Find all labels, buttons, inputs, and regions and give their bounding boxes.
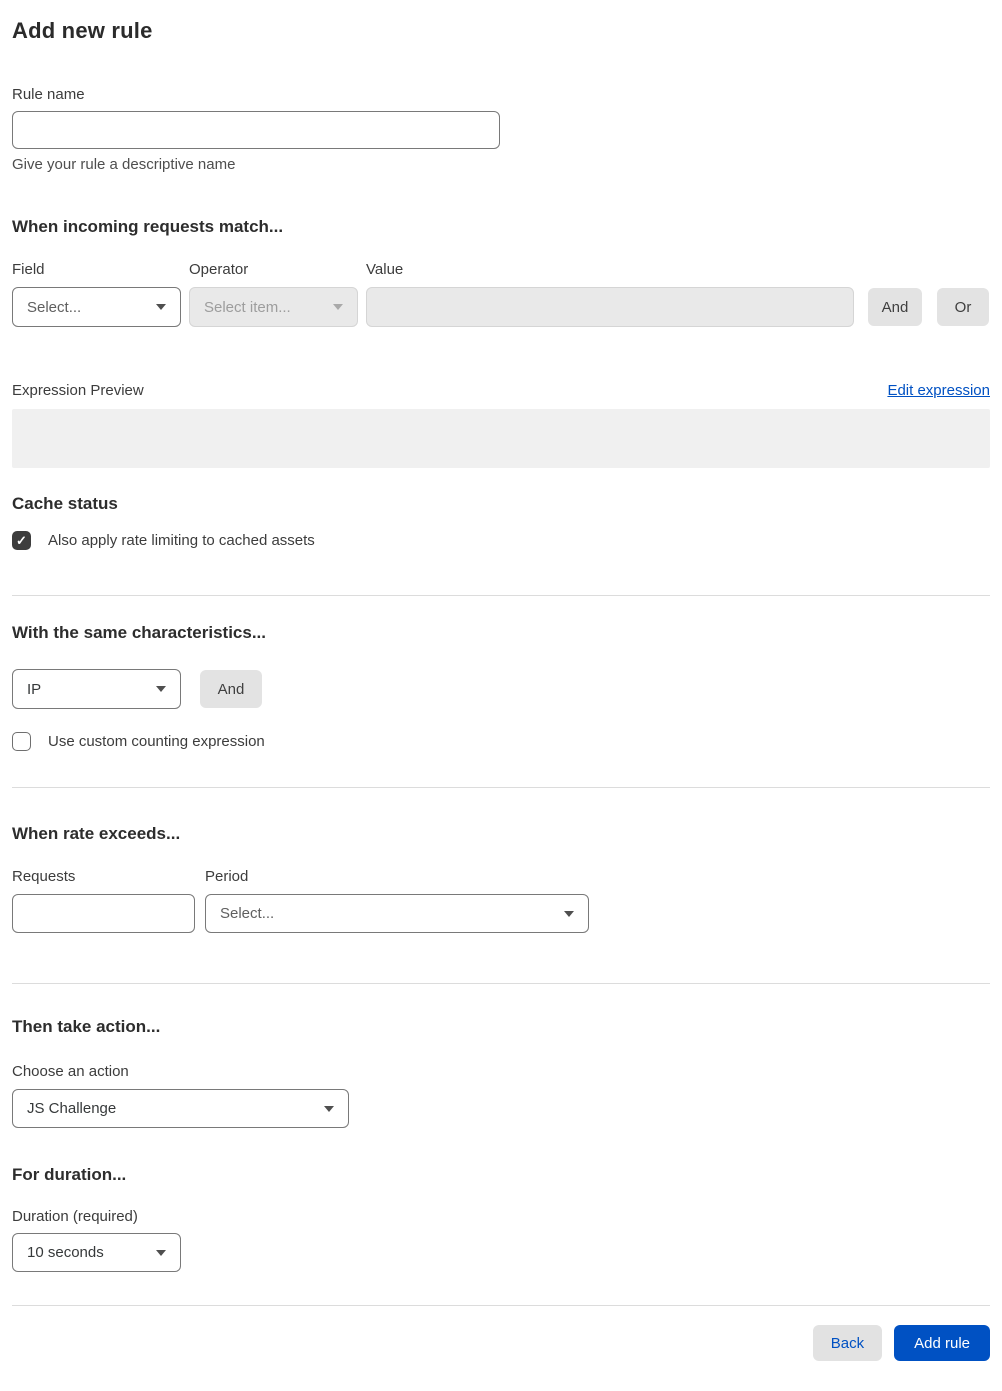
value-column: Value <box>366 261 854 327</box>
chevron-down-icon <box>324 1105 334 1112</box>
operator-label: Operator <box>189 261 249 278</box>
custom-counting-checkbox-label: Use custom counting expression <box>48 733 265 750</box>
custom-counting-checkbox[interactable]: ✓ <box>12 732 31 751</box>
action-select[interactable]: JS Challenge <box>12 1089 349 1128</box>
edit-expression-link[interactable]: Edit expression <box>887 382 990 399</box>
rate-row: Requests Period Select... <box>12 868 990 933</box>
chevron-down-icon <box>156 1249 166 1256</box>
period-select[interactable]: Select... <box>205 894 589 933</box>
action-section-heading: Then take action... <box>12 1017 161 1036</box>
rule-name-label: Rule name <box>12 86 85 103</box>
divider <box>12 1305 990 1306</box>
field-select-value: Select... <box>27 298 82 316</box>
cached-assets-checkbox[interactable]: ✓ <box>12 531 31 550</box>
rule-name-helper: Give your rule a descriptive name <box>12 156 236 173</box>
add-rule-button[interactable]: Add rule <box>894 1325 990 1361</box>
cache-status-heading: Cache status <box>12 494 118 513</box>
counting-checkbox-row: ✓ Use custom counting expression <box>12 732 990 751</box>
or-button[interactable]: Or <box>937 288 989 326</box>
match-row: Field Select... Operator Select item... … <box>12 261 990 327</box>
duration-select[interactable]: 10 seconds <box>12 1233 181 1272</box>
rate-section-heading: When rate exceeds... <box>12 824 181 843</box>
cached-assets-checkbox-label: Also apply rate limiting to cached asset… <box>48 532 315 549</box>
field-select[interactable]: Select... <box>12 287 181 327</box>
characteristic-select[interactable]: IP <box>12 669 181 709</box>
footer-actions: Back Add rule <box>12 1325 990 1361</box>
requests-input[interactable] <box>12 894 195 933</box>
period-column: Period Select... <box>205 868 589 933</box>
expression-preview-label: Expression Preview <box>12 382 144 399</box>
expression-header: Expression Preview Edit expression <box>12 382 990 399</box>
checkmark-icon: ✓ <box>16 533 27 548</box>
add-rule-form: Add new rule Rule name Give your rule a … <box>0 0 1002 1391</box>
chevron-down-icon <box>564 910 574 917</box>
choose-action-label: Choose an action <box>12 1063 129 1080</box>
field-label: Field <box>12 261 45 278</box>
characteristic-select-value: IP <box>27 680 42 698</box>
divider <box>12 595 990 596</box>
operator-select-value: Select item... <box>204 298 291 316</box>
chevron-down-icon <box>333 304 343 310</box>
divider <box>12 787 990 788</box>
requests-column: Requests <box>12 868 195 933</box>
operator-column: Operator Select item... <box>189 261 358 327</box>
duration-select-value: 10 seconds <box>27 1244 104 1261</box>
back-button[interactable]: Back <box>812 1325 883 1361</box>
characteristics-row: IP And <box>12 669 990 709</box>
match-section-heading: When incoming requests match... <box>12 217 284 236</box>
chevron-down-icon <box>156 686 166 692</box>
requests-label: Requests <box>12 868 76 885</box>
expression-preview-box <box>12 409 990 468</box>
period-select-value: Select... <box>220 905 275 922</box>
page-title: Add new rule <box>12 18 153 43</box>
operator-select[interactable]: Select item... <box>189 287 358 327</box>
duration-section-heading: For duration... <box>12 1165 127 1184</box>
chevron-down-icon <box>156 304 166 310</box>
cache-checkbox-row: ✓ Also apply rate limiting to cached ass… <box>12 531 990 550</box>
characteristic-and-button[interactable]: And <box>200 670 262 708</box>
value-label: Value <box>366 261 404 278</box>
value-input[interactable] <box>366 287 854 327</box>
and-button[interactable]: And <box>868 288 922 326</box>
divider <box>12 983 990 984</box>
rule-name-input[interactable] <box>12 111 500 149</box>
field-column: Field Select... <box>12 261 181 327</box>
action-select-value: JS Challenge <box>27 1100 117 1117</box>
characteristics-heading: With the same characteristics... <box>12 623 267 642</box>
duration-label: Duration (required) <box>12 1208 138 1225</box>
period-label: Period <box>205 868 249 885</box>
